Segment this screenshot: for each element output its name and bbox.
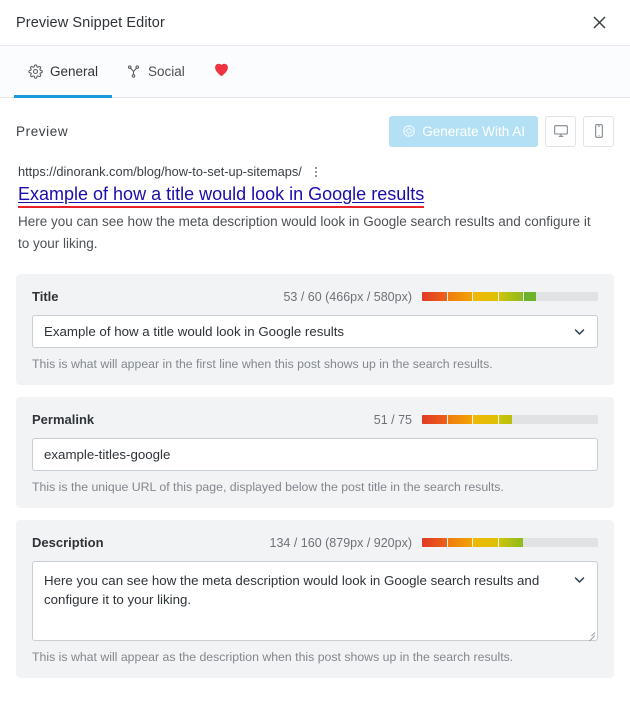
tab-bar: General Social	[0, 45, 630, 98]
field-card-permalink: Permalink 51 / 75 example-titles-google …	[16, 396, 614, 508]
tab-general-label: General	[50, 64, 99, 79]
preview-actions: Generate With AI	[389, 115, 614, 147]
serp-url-row: https://dinorank.com/blog/how-to-set-up-…	[18, 164, 612, 179]
gauge-segment	[498, 415, 512, 425]
length-gauge-permalink	[422, 415, 598, 425]
gauge-segment	[473, 415, 499, 425]
modal-body: Preview Generate With AI https://dinoran…	[0, 98, 630, 723]
serp-title-wrapper: Example of how a title would look in Goo…	[18, 182, 425, 209]
field-meta-permalink: 51 / 75	[374, 413, 598, 427]
gauge-segment	[473, 538, 499, 548]
ai-circle-icon	[402, 124, 416, 138]
field-label-title: Title	[32, 289, 59, 305]
title-input[interactable]: Example of how a title would look in Goo…	[32, 314, 598, 348]
chevron-down-icon[interactable]	[564, 324, 587, 339]
field-card-title: Title 53 / 60 (466px / 580px) Example of…	[16, 273, 614, 385]
serp-title-link[interactable]: Example of how a title would look in Goo…	[18, 184, 424, 204]
page-title: Preview Snippet Editor	[16, 14, 165, 31]
textarea-resize-handle[interactable]	[585, 628, 596, 642]
tab-active-indicator	[14, 95, 113, 98]
description-textarea[interactable]: Here you can see how the meta descriptio…	[32, 560, 598, 642]
permalink-input-value: example-titles-google	[44, 446, 171, 462]
serp-preview: https://dinorank.com/blog/how-to-set-up-…	[16, 164, 614, 254]
char-counter-title: 53 / 60 (466px / 580px)	[283, 289, 412, 304]
field-hint-title: This is what will appear in the first li…	[32, 356, 493, 371]
generate-with-ai-button[interactable]: Generate With AI	[389, 115, 538, 147]
serp-description: Here you can see how the meta descriptio…	[18, 214, 591, 251]
serp-url: https://dinorank.com/blog/how-to-set-up-…	[18, 164, 302, 179]
gauge-segment	[447, 415, 474, 425]
field-header-permalink: Permalink 51 / 75	[32, 411, 598, 429]
tab-favorites[interactable]	[199, 46, 244, 97]
field-hint-permalink: This is the unique URL of this page, dis…	[32, 479, 504, 494]
gauge-segment	[473, 292, 499, 302]
heart-icon	[213, 61, 230, 82]
field-label-permalink: Permalink	[32, 412, 95, 428]
field-meta-title: 53 / 60 (466px / 580px)	[283, 290, 598, 304]
gauge-segment	[447, 538, 474, 548]
gear-icon	[28, 64, 43, 79]
permalink-input[interactable]: example-titles-google	[32, 437, 598, 471]
tab-social-label: Social	[148, 64, 185, 79]
modal-header: Preview Snippet Editor	[0, 0, 630, 45]
preview-snippet-editor-modal: Preview Snippet Editor General Social Pr…	[0, 0, 630, 723]
field-meta-description: 134 / 160 (879px / 920px)	[270, 536, 598, 550]
generate-with-ai-label: Generate With AI	[422, 123, 525, 139]
gauge-segment	[498, 538, 524, 548]
gauge-segment	[524, 292, 537, 302]
chevron-down-icon[interactable]	[564, 571, 587, 587]
mobile-icon[interactable]	[583, 115, 614, 147]
field-header-title: Title 53 / 60 (466px / 580px)	[32, 288, 598, 306]
three-dots-vertical-icon[interactable]	[312, 165, 320, 179]
field-label-description: Description	[32, 535, 104, 551]
serp-title-annotation-underline	[18, 205, 425, 209]
field-hint-description: This is what will appear as the descript…	[32, 649, 514, 664]
gauge-segment	[422, 292, 448, 302]
field-card-description: Description 134 / 160 (879px / 920px) He…	[16, 519, 614, 678]
length-gauge-description	[422, 538, 598, 548]
close-icon[interactable]	[584, 8, 614, 38]
description-textarea-value: Here you can see how the meta descriptio…	[44, 572, 540, 608]
share-nodes-icon	[126, 64, 141, 79]
preview-toolbar: Preview Generate With AI	[16, 114, 614, 148]
gauge-segment	[447, 292, 474, 302]
gauge-segment	[498, 292, 525, 302]
length-gauge-title	[422, 292, 598, 302]
gauge-segment	[422, 538, 448, 548]
char-counter-permalink: 51 / 75	[373, 412, 412, 427]
preview-heading: Preview	[16, 123, 69, 139]
desktop-icon[interactable]	[545, 115, 576, 147]
title-input-value: Example of how a title would look in Goo…	[44, 323, 345, 339]
char-counter-description: 134 / 160 (879px / 920px)	[269, 535, 412, 550]
field-header-description: Description 134 / 160 (879px / 920px)	[32, 534, 598, 552]
tab-general[interactable]: General	[14, 46, 113, 98]
gauge-segment	[422, 415, 448, 425]
tab-social[interactable]: Social	[112, 46, 199, 97]
